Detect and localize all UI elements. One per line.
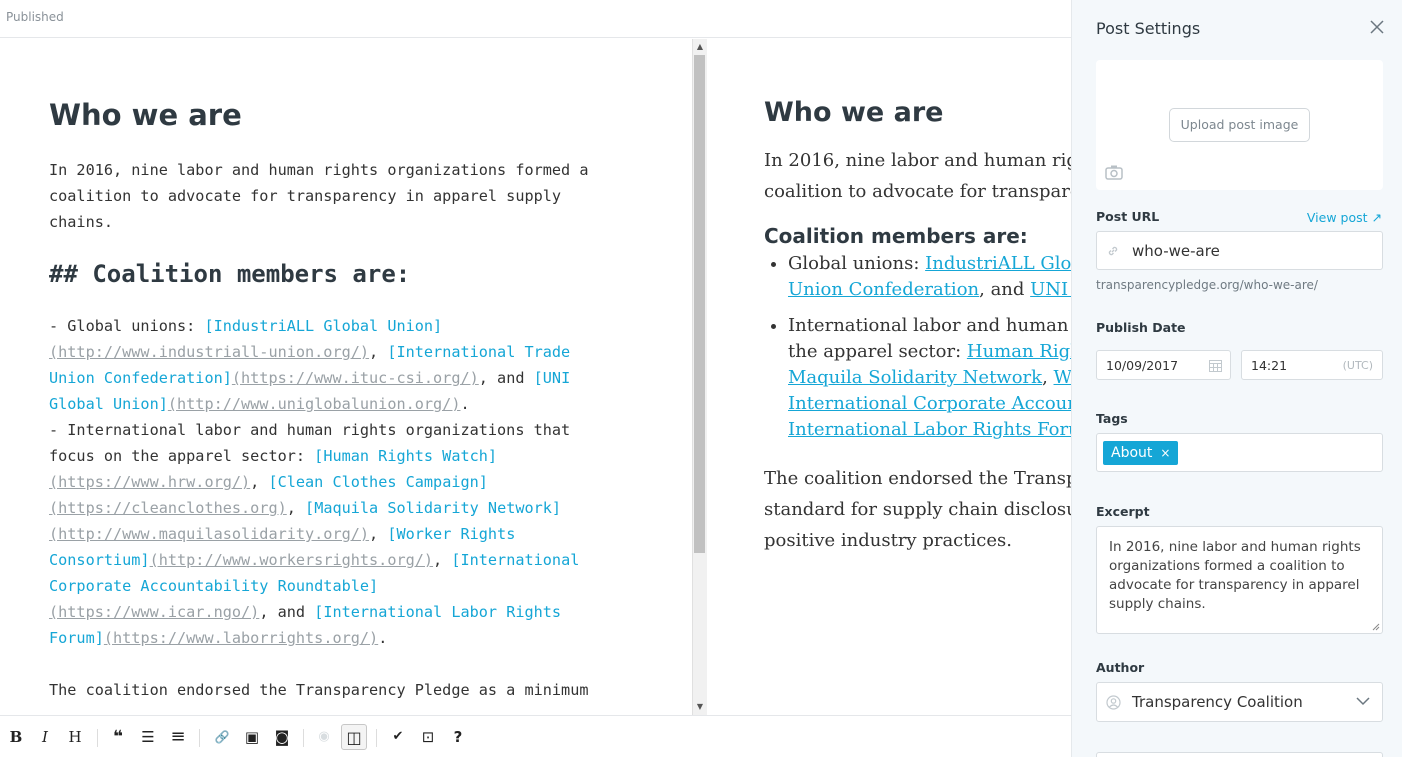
preview-link[interactable]: International Labor Rights Forum — [788, 419, 1071, 440]
author-select[interactable]: Transparency Coalition — [1096, 682, 1383, 722]
tags-label: Tags — [1096, 411, 1128, 426]
md-line: - Global unions: [IndustriALL Global Uni… — [49, 317, 443, 335]
image-icon[interactable]: ▣ — [239, 724, 265, 750]
tag-chip[interactable]: About × — [1103, 441, 1179, 465]
view-post-link[interactable]: View post ↗ — [1307, 210, 1382, 225]
italic-icon[interactable]: I — [32, 724, 58, 750]
md-line: (http://www.maquilasolidarity.org/), [Wo… — [49, 525, 516, 543]
excerpt-label: Excerpt — [1096, 504, 1150, 519]
publish-time-value: 14:21 — [1251, 358, 1288, 373]
preview-link[interactable]: IndustriALL Glob — [925, 253, 1071, 274]
md-line: coalition to advocate for transparency i… — [49, 187, 562, 205]
md-heading-1: Who we are — [49, 98, 242, 132]
preview-link[interactable]: Maquila Solidarity Network — [788, 367, 1042, 388]
md-line: focus on the apparel sector: [Human Righ… — [49, 447, 498, 465]
preview-pane: Who we are In 2016, nine labor and human… — [708, 39, 1071, 715]
preview-link[interactable]: UNI G — [1030, 279, 1071, 300]
publish-status: Published — [6, 10, 64, 24]
preview-paragraph: The coalition endorsed the Transpar stan… — [764, 468, 1071, 551]
md-line: Union Confederation](https://www.ituc-cs… — [49, 369, 571, 387]
editor-scrollbar[interactable]: ▲ ▼ — [692, 39, 707, 715]
md-line: Global Union](http://www.uniglobalunion.… — [49, 395, 470, 413]
bold-icon[interactable]: B — [3, 724, 29, 750]
timezone-label: (UTC) — [1342, 359, 1373, 372]
list-item: International labor and human ri the app… — [788, 313, 1071, 443]
md-line: (https://cleanclothes.org), [Maquila Sol… — [49, 499, 562, 517]
md-line: Consortium](http://www.workersrights.org… — [49, 551, 580, 569]
md-line: The coalition endorsed the Transparency … — [49, 681, 589, 699]
md-line: chains. — [49, 213, 114, 231]
numbered-list-icon[interactable]: ≡ — [165, 724, 191, 750]
md-line: - International labor and human rights o… — [49, 421, 571, 439]
md-link-url: (http://www.industriall-union.org/) — [49, 343, 370, 361]
md-line: (http://www.industriall-union.org/), [In… — [49, 343, 571, 361]
heading-icon[interactable]: H — [62, 724, 88, 750]
preview-link[interactable]: Union Confederation — [788, 279, 979, 300]
calendar-icon[interactable] — [1209, 359, 1222, 372]
link-icon — [1108, 246, 1118, 256]
upload-post-image-button[interactable]: Upload post image — [1169, 108, 1310, 142]
publish-time-input[interactable]: 14:21 (UTC) — [1241, 350, 1383, 380]
preview-eye-icon[interactable]: ◉ — [311, 724, 337, 750]
next-field-partial[interactable] — [1096, 752, 1383, 757]
publish-date-input[interactable]: 10/09/2017 — [1096, 350, 1231, 380]
markdown-content[interactable]: Who we are In 2016, nine labor and human… — [49, 95, 649, 703]
preview-heading-1: Who we are — [764, 97, 944, 128]
scrollbar-thumb[interactable] — [694, 55, 705, 553]
publish-date-label: Publish Date — [1096, 320, 1186, 335]
author-label: Author — [1096, 660, 1145, 675]
preview-heading-2: Coalition members are: — [764, 224, 1028, 248]
excerpt-textarea[interactable]: In 2016, nine labor and human rights org… — [1096, 526, 1383, 634]
md-line: Corporate Accountability Roundtable] — [49, 577, 379, 595]
post-url-label: Post URL — [1096, 209, 1160, 224]
scroll-up-arrow-icon[interactable]: ▲ — [695, 42, 705, 52]
preview-link[interactable]: Human Rights — [967, 341, 1071, 362]
md-line: (https://www.hrw.org/), [Clean Clothes C… — [49, 473, 488, 491]
md-line: Forum](https://www.laborrights.org/). — [49, 629, 388, 647]
scroll-down-arrow-icon[interactable]: ▼ — [695, 702, 705, 712]
author-value: Transparency Coalition — [1132, 693, 1303, 711]
preview-content: Who we are In 2016, nine labor and human… — [764, 95, 1071, 556]
md-heading-2: ## Coalition members are: — [49, 260, 411, 288]
md-link-text: [IndustriALL Global Union] — [204, 317, 443, 335]
publish-date-value: 10/09/2017 — [1106, 358, 1179, 373]
panel-title: Post Settings — [1096, 19, 1201, 38]
user-icon — [1106, 695, 1121, 710]
preview-paragraph: In 2016, nine labor and human righ coali… — [764, 150, 1071, 202]
tags-input[interactable]: About × — [1096, 433, 1383, 472]
post-url-value: who-we-are — [1132, 242, 1220, 260]
md-line: (https://www.icar.ngo/), and [Internatio… — [49, 603, 562, 621]
side-by-side-icon[interactable]: ◫ — [341, 724, 367, 750]
full-url-hint: transparencypledge.org/who-we-are/ — [1096, 278, 1318, 292]
link-icon[interactable]: 🔗 — [209, 724, 235, 750]
post-url-input[interactable]: who-we-are — [1096, 231, 1383, 270]
spellcheck-icon[interactable]: ✔ — [385, 724, 411, 750]
md-line: In 2016, nine labor and human rights org… — [49, 161, 589, 179]
help-icon[interactable]: ? — [445, 724, 471, 750]
fullscreen-icon[interactable]: ⊡ — [415, 724, 441, 750]
bullet-list-icon[interactable]: ☰ — [135, 724, 161, 750]
preview-list: Global unions: IndustriALL Glob Union Co… — [788, 251, 1071, 443]
markdown-editor[interactable]: Who we are In 2016, nine labor and human… — [0, 39, 692, 715]
preview-link[interactable]: International Corporate Accounta — [788, 393, 1071, 414]
post-settings-panel: Post Settings Upload post image Post URL… — [1071, 0, 1402, 757]
preview-link[interactable]: Wor — [1054, 367, 1071, 388]
top-status-bar: Published — [0, 0, 1071, 38]
quote-icon[interactable]: ❝ — [105, 724, 131, 750]
editor-toolbar: B I H ❝ ☰ ≡ 🔗 ▣ ◙ ◉ ◫ ✔ ⊡ ? — [0, 715, 1071, 757]
camera-icon[interactable] — [1105, 164, 1123, 180]
post-image-dropzone[interactable]: Upload post image — [1096, 60, 1383, 190]
resize-grip-icon[interactable] — [1372, 623, 1380, 631]
remove-tag-icon[interactable]: × — [1160, 446, 1170, 460]
camera-icon[interactable]: ◙ — [269, 724, 295, 750]
chevron-down-icon[interactable] — [1356, 697, 1370, 706]
list-item: Global unions: IndustriALL Glob Union Co… — [788, 251, 1071, 303]
close-icon[interactable] — [1368, 18, 1386, 36]
excerpt-value: In 2016, nine labor and human rights org… — [1109, 539, 1361, 612]
